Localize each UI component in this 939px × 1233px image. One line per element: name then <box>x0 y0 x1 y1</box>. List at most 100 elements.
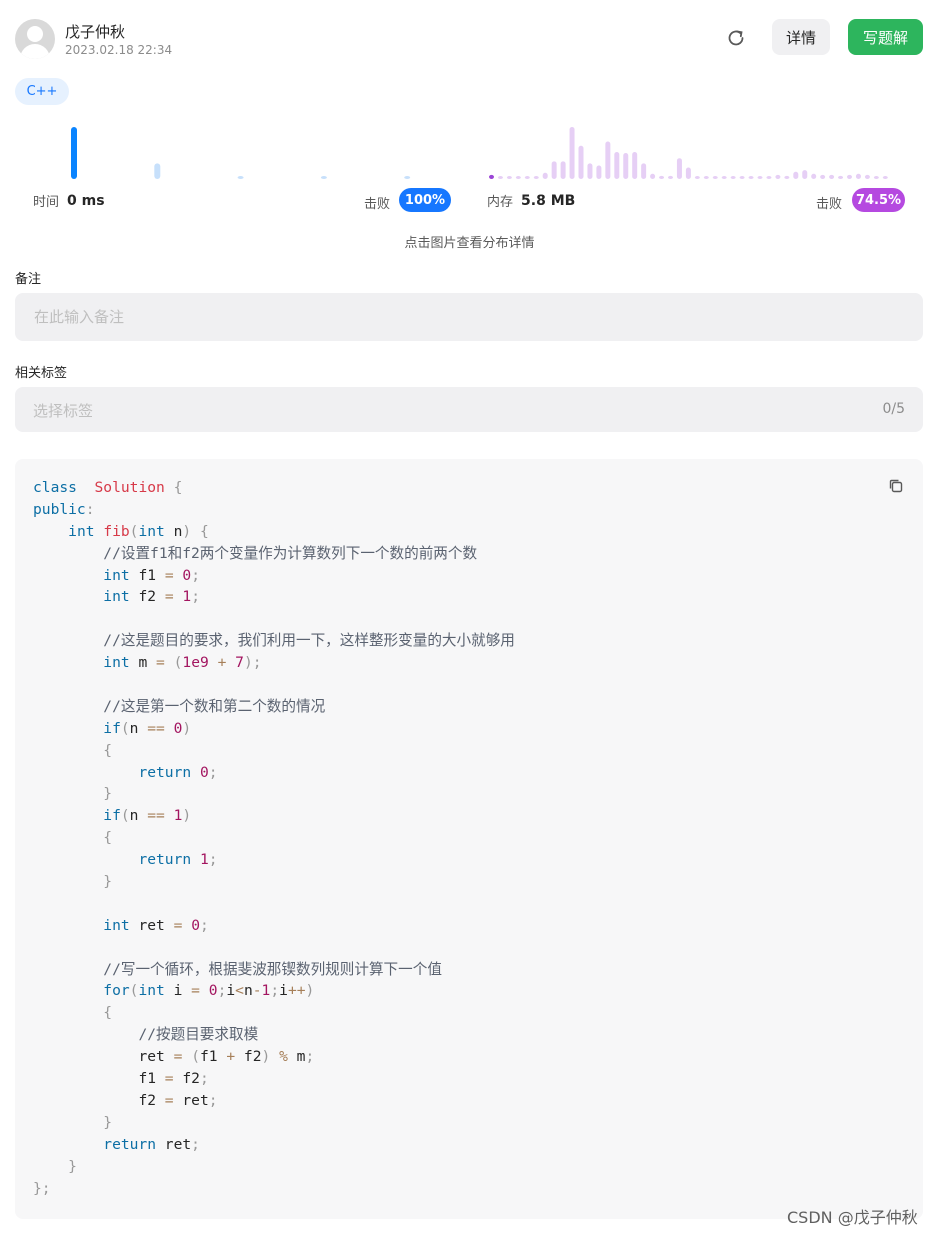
memory-distribution-bar <box>587 163 593 179</box>
runtime-stat: 时间 0 ms <box>33 188 105 213</box>
runtime-distribution-bar <box>237 176 244 179</box>
memory-distribution-bar <box>882 176 888 179</box>
avatar[interactable] <box>15 19 55 59</box>
code-line: if(n == 0) <box>103 719 192 737</box>
memory-distribution-bar <box>668 175 673 179</box>
code-line: for(int i = 0;i<n-1;i++) <box>103 982 315 1000</box>
note-label: 备注 <box>15 272 42 287</box>
memory-distribution-bar <box>515 176 521 179</box>
memory-distribution-bar <box>524 176 530 179</box>
memory-distribution-bar <box>659 175 665 179</box>
code-line: int ret = 0; <box>103 916 209 934</box>
memory-distribution-bar <box>838 175 844 179</box>
code-line: { <box>103 829 113 847</box>
code-line: int f1 = 0; <box>103 566 200 584</box>
memory-label: 内存 <box>487 195 514 210</box>
code-line: return 0; <box>138 763 218 781</box>
memory-distribution-bar <box>730 176 736 179</box>
write-solution-button[interactable]: 写题解 <box>848 19 923 55</box>
runtime-distribution-bar <box>154 163 161 179</box>
runtime-distribution-chart[interactable] <box>30 122 455 180</box>
runtime-distribution-bar <box>320 176 327 179</box>
code-line: //这是题目的要求，我们利用一下，这样整形变量的大小就够用 <box>103 632 515 650</box>
runtime-distribution-bar <box>71 127 77 179</box>
watermark: CSDN @戊子仲秋 <box>787 1208 918 1227</box>
memory-distribution-bar <box>694 176 700 179</box>
memory-distribution-bar <box>632 151 638 179</box>
memory-distribution-bar <box>569 127 575 179</box>
code-line: //这是第一个数和第二个数的情况 <box>103 697 326 715</box>
code-line: class Solution { <box>33 479 183 496</box>
code-line: { <box>103 1004 113 1022</box>
memory-distribution-bar <box>533 176 539 179</box>
code-line: ret = (f1 + f2) % m; <box>138 1048 315 1066</box>
submission-time: 2023.02.18 22:34 <box>65 43 173 57</box>
code-line: { <box>103 741 113 759</box>
memory-distribution-bar <box>650 173 656 179</box>
code-line: int fib(int n) { <box>68 522 209 540</box>
refresh-icon[interactable] <box>725 27 747 49</box>
memory-distribution-bar <box>829 174 835 179</box>
code-line: public: <box>33 500 95 518</box>
memory-distribution-bar <box>489 174 494 179</box>
memory-distribution-bar <box>820 174 826 179</box>
tag-select[interactable]: 选择标签 0/5 <box>15 387 923 432</box>
memory-beat-badge: 74.5% <box>852 188 905 212</box>
memory-distribution-bar <box>712 176 718 179</box>
memory-distribution-chart[interactable] <box>487 122 907 180</box>
memory-distribution-bar <box>739 176 745 179</box>
runtime-distribution-bar <box>404 176 411 179</box>
memory-distribution-bar <box>676 158 682 179</box>
memory-distribution-bar <box>784 175 790 179</box>
memory-distribution-bar <box>748 176 754 179</box>
memory-distribution-bar <box>596 165 602 179</box>
memory-distribution-bar <box>703 176 709 179</box>
code-line: return ret; <box>103 1135 200 1153</box>
code-content[interactable]: class Solution { public: int fib(int n) {… <box>33 477 515 1199</box>
runtime-label: 时间 <box>33 195 60 210</box>
code-block: class Solution { public: int fib(int n) {… <box>15 459 923 1219</box>
code-line: //写一个循环，根据斐波那锲数列规则计算下一个值 <box>103 960 442 978</box>
code-line: return 1; <box>138 851 218 869</box>
code-line: if(n == 1) <box>103 807 192 825</box>
memory-distribution-bar <box>560 161 566 179</box>
memory-distribution-bar <box>873 176 879 179</box>
memory-distribution-bar <box>578 145 584 179</box>
memory-distribution-bar <box>864 174 870 179</box>
memory-beat-label: 击败 <box>816 197 843 212</box>
runtime-value: 0 ms <box>67 192 105 209</box>
memory-distribution-bar <box>793 171 799 179</box>
code-line: //按题目要求取模 <box>138 1026 259 1044</box>
avatar-head-shape <box>27 26 43 42</box>
tags-label: 相关标签 <box>15 366 68 381</box>
memory-distribution-bar <box>497 176 503 179</box>
code-line: } <box>103 1113 113 1131</box>
runtime-beat-label: 击败 <box>364 197 391 212</box>
copy-icon[interactable] <box>887 477 905 495</box>
tag-select-placeholder: 选择标签 <box>33 402 94 420</box>
memory-distribution-bar <box>605 141 611 179</box>
memory-distribution-bar <box>811 173 817 179</box>
code-line: f2 = ret; <box>138 1091 218 1109</box>
details-button[interactable]: 详情 <box>772 19 830 55</box>
memory-distribution-bar <box>542 172 548 179</box>
memory-distribution-bar <box>855 173 861 179</box>
note-input[interactable] <box>15 293 923 341</box>
memory-stat: 内存 5.8 MB <box>487 188 575 213</box>
language-tag[interactable]: C++ <box>15 78 69 105</box>
user-name[interactable]: 戊子仲秋 <box>65 21 125 42</box>
memory-value: 5.8 MB <box>521 192 576 209</box>
memory-distribution-bar <box>551 161 557 179</box>
code-line: }; <box>33 1179 51 1197</box>
code-line: f1 = f2; <box>138 1070 209 1088</box>
runtime-distribution-svg <box>71 127 411 179</box>
solution-header: 戊子仲秋 2023.02.18 22:34 详情 写题解 <box>15 18 923 59</box>
memory-distribution-bar <box>614 151 620 179</box>
code-line: int m = (1e9 + 7); <box>103 654 262 672</box>
memory-distribution-bar <box>757 176 763 179</box>
avatar-body-shape <box>20 44 50 59</box>
